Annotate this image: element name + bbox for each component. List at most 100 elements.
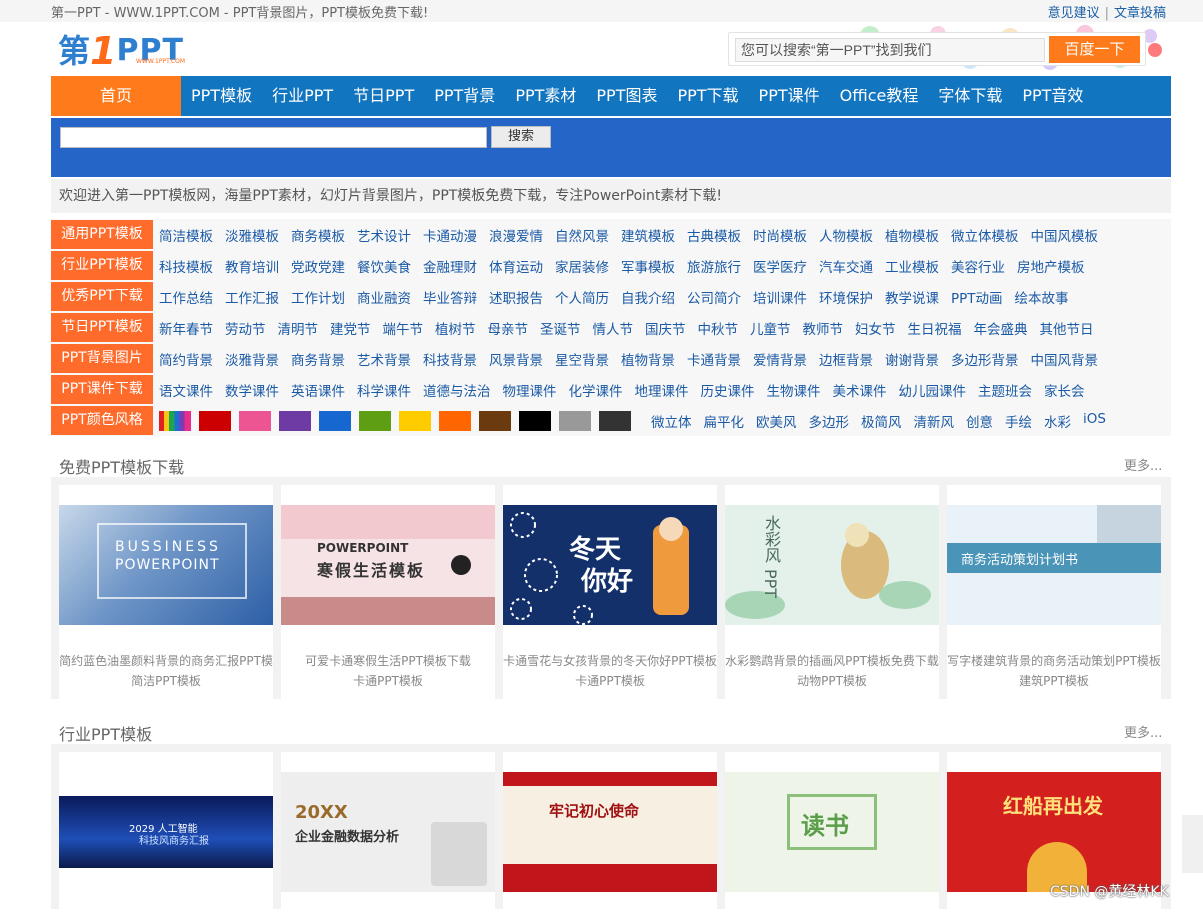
color-swatch[interactable] bbox=[519, 410, 551, 431]
site-search-input[interactable] bbox=[60, 127, 487, 148]
baidu-search-button[interactable]: 百度一下 bbox=[1049, 36, 1140, 63]
category-link[interactable]: 情人节 bbox=[593, 318, 634, 338]
template-card[interactable]: BUSSINESS POWERPOINT 简约蓝色油墨颜料背景的商务汇报PPT模… bbox=[59, 485, 273, 700]
category-link[interactable]: 中国风背景 bbox=[1031, 349, 1099, 369]
nav-home[interactable]: 首页 bbox=[51, 76, 181, 116]
category-link[interactable]: 端午节 bbox=[383, 318, 424, 338]
style-link[interactable]: 清新风 bbox=[914, 411, 955, 431]
category-link[interactable]: 植物背景 bbox=[621, 349, 675, 369]
category-link[interactable]: 淡雅模板 bbox=[225, 225, 279, 245]
nav-item[interactable]: PPT素材 bbox=[505, 76, 586, 116]
category-link[interactable]: 英语课件 bbox=[291, 380, 345, 400]
category-tag[interactable]: 节日PPT模板 bbox=[51, 313, 153, 342]
color-swatch[interactable] bbox=[399, 410, 431, 431]
category-link[interactable]: 工业模板 bbox=[885, 256, 939, 276]
style-link[interactable]: 创意 bbox=[966, 411, 993, 431]
category-link[interactable]: 个人简历 bbox=[555, 287, 609, 307]
template-card[interactable]: 冬天 你好 卡通雪花与女孩背景的冬天你好PPT模板 卡通PPT模板 bbox=[503, 485, 717, 700]
category-link[interactable]: 述职报告 bbox=[489, 287, 543, 307]
baidu-search-input[interactable] bbox=[735, 38, 1045, 62]
caption-category[interactable]: 建筑PPT模板 bbox=[947, 671, 1161, 691]
nav-item[interactable]: Office教程 bbox=[830, 76, 929, 116]
nav-item[interactable]: PPT背景 bbox=[424, 76, 505, 116]
category-link[interactable]: 教学说课 bbox=[885, 287, 939, 307]
category-link[interactable]: PPT动画 bbox=[951, 287, 1003, 307]
caption-line[interactable]: 水彩鹦鹉背景的插画风PPT模板免费下载 bbox=[725, 651, 939, 671]
color-swatch[interactable] bbox=[599, 410, 631, 431]
category-link[interactable]: 工作总结 bbox=[159, 287, 213, 307]
category-link[interactable]: 国庆节 bbox=[645, 318, 686, 338]
style-link[interactable]: 微立体 bbox=[651, 411, 692, 431]
category-link[interactable]: 毕业答辩 bbox=[423, 287, 477, 307]
category-link[interactable]: 环境保护 bbox=[819, 287, 873, 307]
nav-item[interactable]: PPT音效 bbox=[1012, 76, 1093, 116]
category-link[interactable]: 幼儿园课件 bbox=[899, 380, 967, 400]
template-caption[interactable]: 卡通雪花与女孩背景的冬天你好PPT模板 卡通PPT模板 bbox=[503, 651, 717, 691]
template-thumbnail[interactable]: 读书 bbox=[725, 772, 939, 892]
category-link[interactable]: 公司简介 bbox=[687, 287, 741, 307]
more-link-industry[interactable]: 更多... bbox=[1124, 722, 1162, 741]
category-tag[interactable]: PPT背景图片 bbox=[51, 344, 153, 373]
template-card[interactable]: 20XX 企业金融数据分析 bbox=[281, 752, 495, 912]
category-link[interactable]: 餐饮美食 bbox=[357, 256, 411, 276]
template-thumbnail[interactable]: 牢记初心使命 bbox=[503, 772, 717, 892]
category-link[interactable]: 建筑模板 bbox=[621, 225, 675, 245]
category-link[interactable]: 绘本故事 bbox=[1015, 287, 1069, 307]
category-link[interactable]: 爱情背景 bbox=[753, 349, 807, 369]
category-link[interactable]: 家长会 bbox=[1044, 380, 1085, 400]
category-link[interactable]: 旅游旅行 bbox=[687, 256, 741, 276]
back-to-top-button[interactable] bbox=[1182, 815, 1203, 873]
template-card[interactable]: 牢记初心使命 bbox=[503, 752, 717, 912]
color-swatch[interactable] bbox=[279, 410, 311, 431]
color-swatch[interactable] bbox=[239, 410, 271, 431]
category-link[interactable]: 简约背景 bbox=[159, 349, 213, 369]
template-thumbnail[interactable]: 红船再出发 bbox=[947, 772, 1161, 892]
category-link[interactable]: 科技背景 bbox=[423, 349, 477, 369]
category-link[interactable]: 工作汇报 bbox=[225, 287, 279, 307]
template-thumbnail[interactable]: POWERPOINT 寒假生活模板 bbox=[281, 505, 495, 625]
category-link[interactable]: 教育培训 bbox=[225, 256, 279, 276]
category-link[interactable]: 自我介绍 bbox=[621, 287, 675, 307]
template-thumbnail[interactable]: 2029 人工智能 科技风商务汇报 bbox=[59, 796, 273, 868]
style-link[interactable]: 欧美风 bbox=[756, 411, 797, 431]
category-link[interactable]: 地理课件 bbox=[635, 380, 689, 400]
category-link[interactable]: 房地产模板 bbox=[1017, 256, 1085, 276]
style-link[interactable]: 扁平化 bbox=[704, 411, 745, 431]
nav-item[interactable]: 行业PPT bbox=[262, 76, 343, 116]
category-tag[interactable]: PPT课件下载 bbox=[51, 375, 153, 404]
category-link[interactable]: 植树节 bbox=[435, 318, 476, 338]
category-link[interactable]: 新年春节 bbox=[159, 318, 213, 338]
style-link[interactable]: 多边形 bbox=[809, 411, 850, 431]
caption-category[interactable]: 卡通PPT模板 bbox=[281, 671, 495, 691]
category-tag[interactable]: 优秀PPT下载 bbox=[51, 282, 153, 311]
nav-item[interactable]: PPT模板 bbox=[181, 76, 262, 116]
template-card[interactable]: 读书 bbox=[725, 752, 939, 912]
color-swatch[interactable] bbox=[359, 410, 391, 431]
caption-line[interactable]: 写字楼建筑背景的商务活动策划PPT模板 bbox=[947, 651, 1161, 671]
category-link[interactable]: 工作计划 bbox=[291, 287, 345, 307]
template-thumbnail[interactable]: 水彩风 PPT bbox=[725, 505, 939, 625]
category-link[interactable]: 妇女节 bbox=[855, 318, 896, 338]
category-link[interactable]: 汽车交通 bbox=[819, 256, 873, 276]
category-link[interactable]: 简洁模板 bbox=[159, 225, 213, 245]
category-link[interactable]: 商务模板 bbox=[291, 225, 345, 245]
category-link[interactable]: 中秋节 bbox=[698, 318, 739, 338]
category-link[interactable]: 医学医疗 bbox=[753, 256, 807, 276]
template-thumbnail[interactable]: 冬天 你好 bbox=[503, 505, 717, 625]
nav-item[interactable]: PPT课件 bbox=[749, 76, 830, 116]
category-link[interactable]: 清明节 bbox=[278, 318, 319, 338]
site-search-button[interactable]: 搜索 bbox=[491, 126, 551, 148]
category-link[interactable]: 谢谢背景 bbox=[885, 349, 939, 369]
category-link[interactable]: 商业融资 bbox=[357, 287, 411, 307]
color-swatch[interactable] bbox=[199, 410, 231, 431]
category-link[interactable]: 党政党建 bbox=[291, 256, 345, 276]
category-link[interactable]: 体育运动 bbox=[489, 256, 543, 276]
category-link[interactable]: 历史课件 bbox=[701, 380, 755, 400]
style-link[interactable]: 极简风 bbox=[861, 411, 902, 431]
template-caption[interactable]: 简约蓝色油墨颜料背景的商务汇报PPT模 简洁PPT模板 bbox=[59, 651, 273, 691]
color-swatch[interactable] bbox=[479, 410, 511, 431]
style-link[interactable]: 水彩 bbox=[1044, 411, 1071, 431]
category-link[interactable]: 自然风景 bbox=[555, 225, 609, 245]
category-tag[interactable]: 行业PPT模板 bbox=[51, 251, 153, 280]
category-link[interactable]: 微立体模板 bbox=[951, 225, 1019, 245]
